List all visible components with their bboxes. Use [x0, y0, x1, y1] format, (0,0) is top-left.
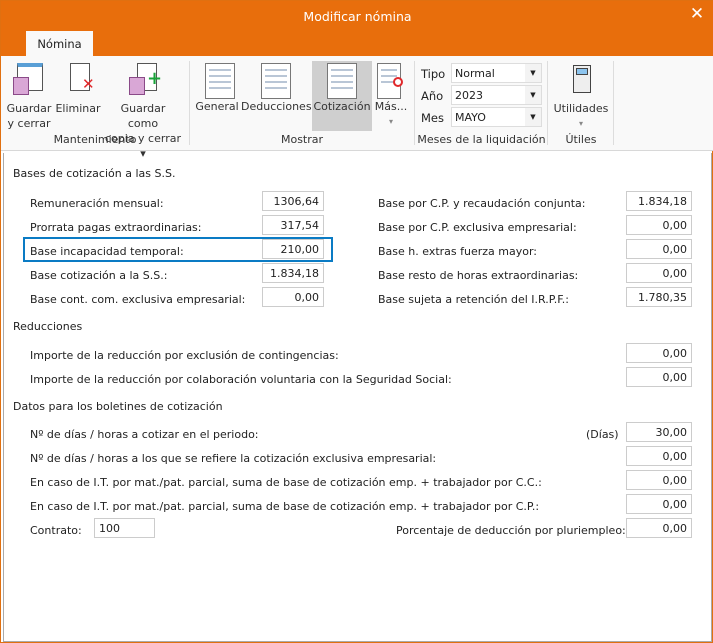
calculator-icon	[565, 63, 597, 97]
reduccion-0-label: Importe de la reducción por exclusión de…	[30, 349, 339, 362]
tipo-value: Normal	[455, 67, 495, 80]
mes-select[interactable]: MAYO ▼	[451, 107, 542, 127]
utilidades-button[interactable]: Utilidades ▾	[551, 63, 611, 131]
reduccion-1-label: Importe de la reducción por colaboración…	[30, 373, 452, 386]
pluriempleo-label: Porcentaje de deducción por pluriempleo:	[396, 524, 626, 537]
label: y cerrar	[7, 117, 51, 130]
label: Eliminar	[55, 102, 101, 115]
window-title: Modificar nómina	[303, 9, 412, 24]
boletin-1-label: Nº de días / horas a los que se refiere …	[30, 452, 437, 465]
bases-right-1-input[interactable]: 0,00	[626, 215, 692, 235]
group-mantenimiento: Mantenimiento	[53, 133, 137, 146]
save-copy-icon: +	[127, 63, 162, 97]
bases-left-2-label: Base incapacidad temporal:	[30, 245, 184, 258]
reduccion-1-input[interactable]: 0,00	[626, 367, 692, 387]
close-icon[interactable]: ✕	[687, 4, 707, 24]
reduccion-0-input[interactable]: 0,00	[626, 343, 692, 363]
boletin-2-input[interactable]: 0,00	[626, 470, 692, 490]
group-mostrar: Mostrar	[280, 133, 324, 146]
label: Guardar como	[120, 102, 166, 130]
contrato-label: Contrato:	[30, 524, 82, 537]
boletin-2-label: En caso de I.T. por mat./pat. parcial, s…	[30, 476, 542, 489]
boletin-0-input[interactable]: 30,00	[626, 422, 692, 442]
bases-left-0-input[interactable]: 1306,64	[262, 191, 324, 211]
bases-left-3-input[interactable]: 1.834,18	[262, 263, 324, 283]
bases-right-3-label: Base resto de horas extraordinarias:	[378, 269, 579, 282]
delete-icon: ✕	[62, 63, 95, 97]
mes-value: MAYO	[455, 111, 486, 124]
anio-select[interactable]: 2023 ▼	[451, 85, 542, 105]
group-meses: Meses de la liquidación	[417, 133, 546, 146]
bases-right-4-label: Base sujeta a retención del I.R.P.F.:	[378, 293, 569, 306]
bases-right-1-label: Base por C.P. exclusiva empresarial:	[378, 221, 577, 234]
cotizacion-button[interactable]: Cotización	[312, 61, 372, 131]
anio-label: Año	[421, 89, 444, 103]
bases-left-3-label: Base cotización a la S.S.:	[30, 269, 168, 282]
boletin-1-input[interactable]: 0,00	[626, 446, 692, 466]
form-award-icon	[375, 61, 407, 99]
bases-left-1-input[interactable]: 317,54	[262, 215, 324, 235]
label: Guardar	[6, 102, 52, 115]
bases-left-4-input[interactable]: 0,00	[262, 287, 324, 307]
mas-button[interactable]: Más... ▾	[373, 61, 409, 129]
guardar-copia-button[interactable]: + Guardar como copia y cerrar ▾	[104, 63, 182, 161]
boletin-0-label: Nº de días / horas a cotizar en el perio…	[30, 428, 259, 441]
chevron-down-icon: ▼	[525, 108, 541, 126]
form-icon	[326, 61, 358, 99]
form-icon	[260, 61, 292, 99]
chevron-down-icon: ▼	[525, 86, 541, 104]
label: Cotización	[313, 100, 371, 113]
boletin-3-label: En caso de I.T. por mat./pat. parcial, s…	[30, 500, 540, 513]
form-icon	[201, 61, 235, 99]
section-bases: Bases de cotización a las S.S.	[13, 167, 176, 180]
label: Utilidades	[553, 102, 609, 115]
contrato-input[interactable]: 100	[94, 518, 155, 538]
label: Más...	[374, 100, 408, 113]
deducciones-button[interactable]: Deducciones	[241, 61, 312, 131]
group-utiles: Útiles	[565, 133, 597, 146]
mes-label: Mes	[421, 111, 444, 125]
bases-right-4-input[interactable]: 1.780,35	[626, 287, 692, 307]
bases-right-3-input[interactable]: 0,00	[626, 263, 692, 283]
chevron-down-icon: ▼	[525, 64, 541, 82]
chevron-down-icon: ▾	[388, 117, 393, 126]
anio-value: 2023	[455, 89, 483, 102]
label: General	[195, 100, 239, 113]
section-boletines: Datos para los boletines de cotización	[13, 400, 223, 413]
guardar-cerrar-button[interactable]: Guardar y cerrar	[6, 63, 52, 131]
section-reducciones: Reducciones	[13, 320, 83, 333]
tipo-label: Tipo	[421, 67, 446, 81]
tab-nomina[interactable]: Nómina	[26, 31, 93, 57]
bases-left-1-label: Prorrata pagas extraordinarias:	[30, 221, 202, 234]
boletin-3-input[interactable]: 0,00	[626, 494, 692, 514]
general-button[interactable]: General	[194, 61, 240, 131]
chevron-down-icon: ▾	[578, 119, 583, 128]
eliminar-button[interactable]: ✕ Eliminar	[55, 63, 101, 116]
bases-right-0-label: Base por C.P. y recaudación conjunta:	[378, 197, 586, 210]
bases-right-2-label: Base h. extras fuerza mayor:	[378, 245, 538, 258]
pluriempleo-input[interactable]: 0,00	[626, 518, 692, 538]
tipo-select[interactable]: Normal ▼	[451, 63, 542, 83]
bases-left-0-label: Remuneración mensual:	[30, 197, 164, 210]
dias-label: (Días)	[586, 428, 619, 441]
bases-right-2-input[interactable]: 0,00	[626, 239, 692, 259]
bases-right-0-input[interactable]: 1.834,18	[626, 191, 692, 211]
bases-left-4-label: Base cont. com. exclusiva empresarial:	[30, 293, 246, 306]
label: Deducciones	[241, 100, 312, 113]
save-icon	[13, 63, 45, 97]
bases-left-2-input[interactable]: 210,00	[262, 239, 324, 259]
